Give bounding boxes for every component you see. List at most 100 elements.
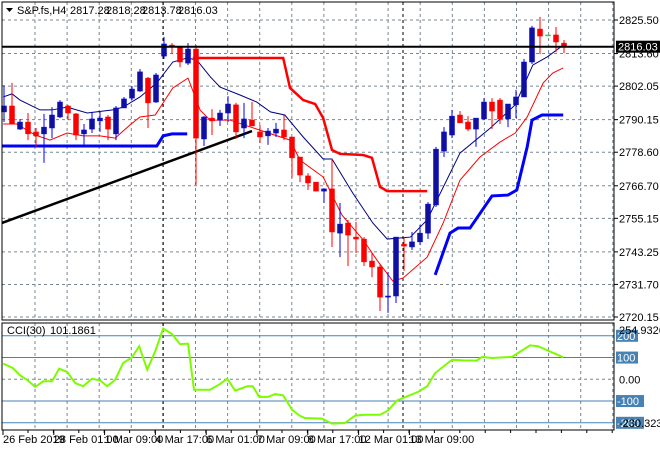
cci-level-label: -100 [617,396,639,408]
candle-body [265,130,271,137]
candle [233,102,239,139]
candle-body [105,116,111,130]
price-chart[interactable]: 200100-100-2000.00254.9326-230.3237CCI(3… [0,0,660,450]
candle-body [233,104,239,133]
candle [281,115,287,141]
candle [121,96,127,109]
x-tick-label: 13 Mar 09:00 [409,434,474,446]
triangle-down-icon[interactable] [6,8,13,12]
candle [225,96,231,123]
candle [545,34,551,37]
cci-zero-label: 0.00 [619,374,640,386]
candle [89,111,95,134]
candle [529,25,535,64]
candle [153,73,159,103]
candle-body [209,117,215,122]
candle [65,104,71,121]
candle-body [449,115,455,136]
y-tick-label: 2731.70 [619,279,659,291]
candle-body [497,99,503,120]
ohlc-close: 2816.03 [178,5,218,17]
candle-body [297,156,303,176]
candle [321,188,327,203]
candle-body [137,71,143,92]
candle [337,202,343,258]
candle-body [529,27,535,63]
candle-body [17,121,23,130]
cci-indicator-value: 101.1861 [50,325,96,337]
cci-max-label: 254.9326 [619,325,660,337]
candle [161,36,167,59]
candle-body [521,61,527,98]
y-tick-label: 2743.25 [619,247,659,259]
candle-body [33,131,39,137]
candle [553,27,559,53]
ma-slow-line [3,67,564,282]
candle-body [97,117,103,122]
candle [177,46,183,68]
candle-body [177,46,183,63]
candle-body [505,103,511,120]
candle-body [289,136,295,159]
y-tick-label: 2755.15 [619,213,659,225]
cci-min-label: -230.3237 [619,418,660,430]
candle-body [425,203,431,234]
candle [25,113,31,141]
candle-body [393,236,399,297]
candle-body [377,266,383,298]
candle-body [345,222,351,236]
cci-level-label: 100 [617,353,635,365]
candle-body [73,113,79,136]
candle-body [41,126,47,135]
candle-body [489,101,495,112]
candle-body [193,48,199,139]
candle [401,237,407,271]
candle [481,98,487,121]
candle-body [145,77,151,104]
indicator-overlays [1,44,564,282]
candle [289,136,295,178]
candle-body [57,101,63,118]
candle [473,117,479,147]
candle [409,232,415,251]
cci-panel: 200100-100-2000.00254.9326-230.3237CCI(3… [2,325,660,430]
candle-body [121,98,127,109]
candle-body [89,118,95,130]
candle-body [153,74,159,103]
candle [265,127,271,145]
candle [537,16,543,55]
candle [169,43,175,55]
candle [329,158,335,247]
candle-body [313,181,319,192]
candle-body [241,118,247,129]
candle-body [513,96,519,106]
y-tick-label: 2825.50 [619,15,659,27]
candle [297,156,303,183]
candle-body [273,128,279,134]
candle [217,109,223,127]
candle [433,146,439,207]
candle-body [65,105,71,114]
candle-body [465,121,471,130]
candle-body [113,107,119,135]
candle-body [361,238,367,263]
candle [81,124,87,145]
candle [137,69,143,92]
candle-body [185,48,191,64]
candle [505,103,511,128]
cci-indicator-name: CCI(30) [7,325,46,337]
candle-body [401,243,407,247]
candle [457,111,463,124]
candle [353,221,359,253]
candle-body [473,117,479,130]
candle [73,113,79,141]
candle-body [81,129,87,135]
candle-body [481,101,487,120]
candle-body [9,105,15,125]
candle [417,224,423,245]
candle-body [217,112,223,121]
candle [201,116,207,147]
candle-body [305,175,311,184]
ohlc-open: 2817.28 [70,5,110,17]
candle [9,82,15,125]
